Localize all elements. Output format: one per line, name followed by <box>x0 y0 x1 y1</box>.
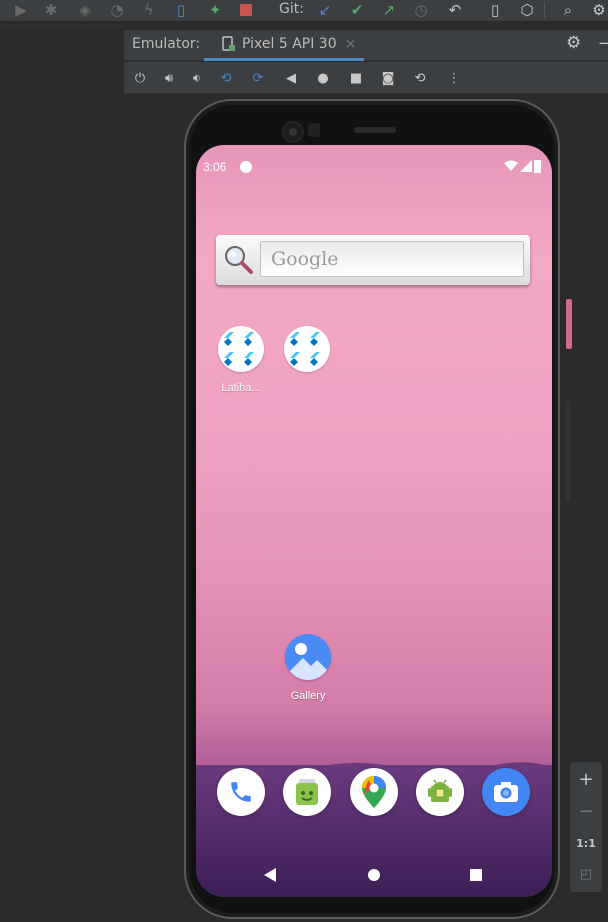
fit-screen-icon[interactable]: ◰ <box>570 859 602 889</box>
emulator-controls: ⏻ 🔊︎ 🔉︎ ⟲ ⟳ ◀ ● ■ ◙ ⟲ ⋮ <box>124 62 608 94</box>
close-icon[interactable]: × <box>345 36 357 52</box>
device-icon <box>222 36 235 51</box>
coverage-icon[interactable]: ◈ <box>74 0 96 20</box>
more-options-icon[interactable]: ⋮ <box>444 68 464 88</box>
history-icon[interactable]: ◷ <box>410 0 432 20</box>
gear-icon[interactable]: ⚙ <box>588 0 608 20</box>
status-bar: 3:06 <box>196 145 552 189</box>
apply-changes-icon[interactable]: ϟ <box>138 0 160 20</box>
device-screen[interactable]: 3:06 Google Latiha... Gallery <box>196 145 552 897</box>
volume-side-button[interactable] <box>566 401 570 501</box>
ide-main-toolbar: ▶ ✱ ◈ ◔ ϟ ▯ ✦ Git: ↙ ✔ ↗ ◷ ↶ ▯ ⬡ ⌕ ⚙ <box>0 0 608 22</box>
run-icon[interactable]: ▶ <box>10 0 32 20</box>
git-push-icon[interactable]: ↗ <box>378 0 400 20</box>
zoom-1-to-1-button[interactable]: 1:1 <box>570 828 602 858</box>
volume-up-icon[interactable]: 🔊︎ <box>159 68 179 88</box>
snapshot-icon[interactable]: ⟲ <box>410 68 430 88</box>
toolbar-divider <box>544 2 545 18</box>
zoom-in-button[interactable]: + <box>570 764 602 794</box>
hide-panel-icon[interactable]: − <box>598 34 608 52</box>
phone-speaker <box>354 127 396 133</box>
app-flutter-2[interactable] <box>277 326 337 382</box>
messaging-icon[interactable] <box>283 768 331 816</box>
nav-overview-icon[interactable] <box>469 867 483 883</box>
rollback-icon[interactable]: ↶ <box>444 0 466 20</box>
power-side-button[interactable] <box>566 299 572 349</box>
search-placeholder: Google <box>271 248 339 270</box>
notification-icon <box>240 161 252 173</box>
app-label: Gallery <box>290 690 326 702</box>
gallery-icon <box>285 634 331 680</box>
magnifier-icon <box>225 246 253 274</box>
zoom-panel: + − 1:1 ◰ <box>570 762 602 892</box>
maps-icon[interactable] <box>350 768 398 816</box>
navigation-bar <box>196 857 552 897</box>
camera-icon[interactable] <box>482 768 530 816</box>
signal-icon <box>520 160 532 172</box>
rotate-right-icon[interactable]: ⟳ <box>248 68 268 88</box>
phone-sensor <box>308 123 320 137</box>
phone-icon[interactable] <box>217 768 265 816</box>
zoom-out-button[interactable]: − <box>570 796 602 826</box>
device-file-icon[interactable]: ▯ <box>484 0 506 20</box>
wifi-icon <box>504 160 518 171</box>
power-icon[interactable]: ⏻ <box>130 68 150 88</box>
left-panel <box>0 22 124 922</box>
git-commit-icon[interactable]: ✔ <box>346 0 368 20</box>
device-manager-icon[interactable]: ✦ <box>204 0 226 20</box>
app-latihan[interactable]: Latiha... <box>211 326 271 394</box>
sdk-manager-icon[interactable]: ⬡ <box>516 0 538 20</box>
git-label: Git: <box>279 1 304 17</box>
nav-home-icon[interactable] <box>367 867 381 883</box>
emulator-header: Emulator: Pixel 5 API 30 × ⚙ − <box>124 30 608 61</box>
screenshot-camera-icon[interactable]: ◙ <box>378 68 398 88</box>
search-icon[interactable]: ⌕ <box>557 0 579 20</box>
search-input[interactable]: Google <box>260 241 524 277</box>
status-time: 3:06 <box>203 160 227 174</box>
volume-down-icon[interactable]: 🔉︎ <box>187 68 207 88</box>
apply-code-changes-icon[interactable]: ▯ <box>170 0 192 20</box>
flutter-app-icon <box>284 326 330 372</box>
nav-back-icon[interactable] <box>263 867 277 883</box>
tab-pixel-5[interactable]: Pixel 5 API 30 × <box>204 30 364 61</box>
play-store-icon[interactable] <box>416 768 464 816</box>
flutter-app-icon <box>218 326 264 372</box>
debug-icon[interactable]: ✱ <box>40 0 62 20</box>
git-update-icon[interactable]: ↙ <box>314 0 336 20</box>
tab-label: Pixel 5 API 30 <box>242 36 337 52</box>
back-icon[interactable]: ◀ <box>281 68 301 88</box>
app-label: Latiha... <box>221 382 261 394</box>
battery-icon <box>534 160 541 173</box>
front-camera <box>282 121 304 143</box>
profiler-icon[interactable]: ◔ <box>106 0 128 20</box>
home-icon[interactable]: ● <box>313 68 333 88</box>
overview-icon[interactable]: ■ <box>346 68 366 88</box>
emulator-title: Emulator: <box>132 36 201 52</box>
emulator-settings-gear-icon[interactable]: ⚙ <box>566 33 581 53</box>
google-search-widget[interactable]: Google <box>216 235 530 285</box>
rotate-left-icon[interactable]: ⟲ <box>216 68 236 88</box>
stop-icon[interactable] <box>235 0 257 20</box>
app-gallery[interactable]: Gallery <box>278 634 338 702</box>
